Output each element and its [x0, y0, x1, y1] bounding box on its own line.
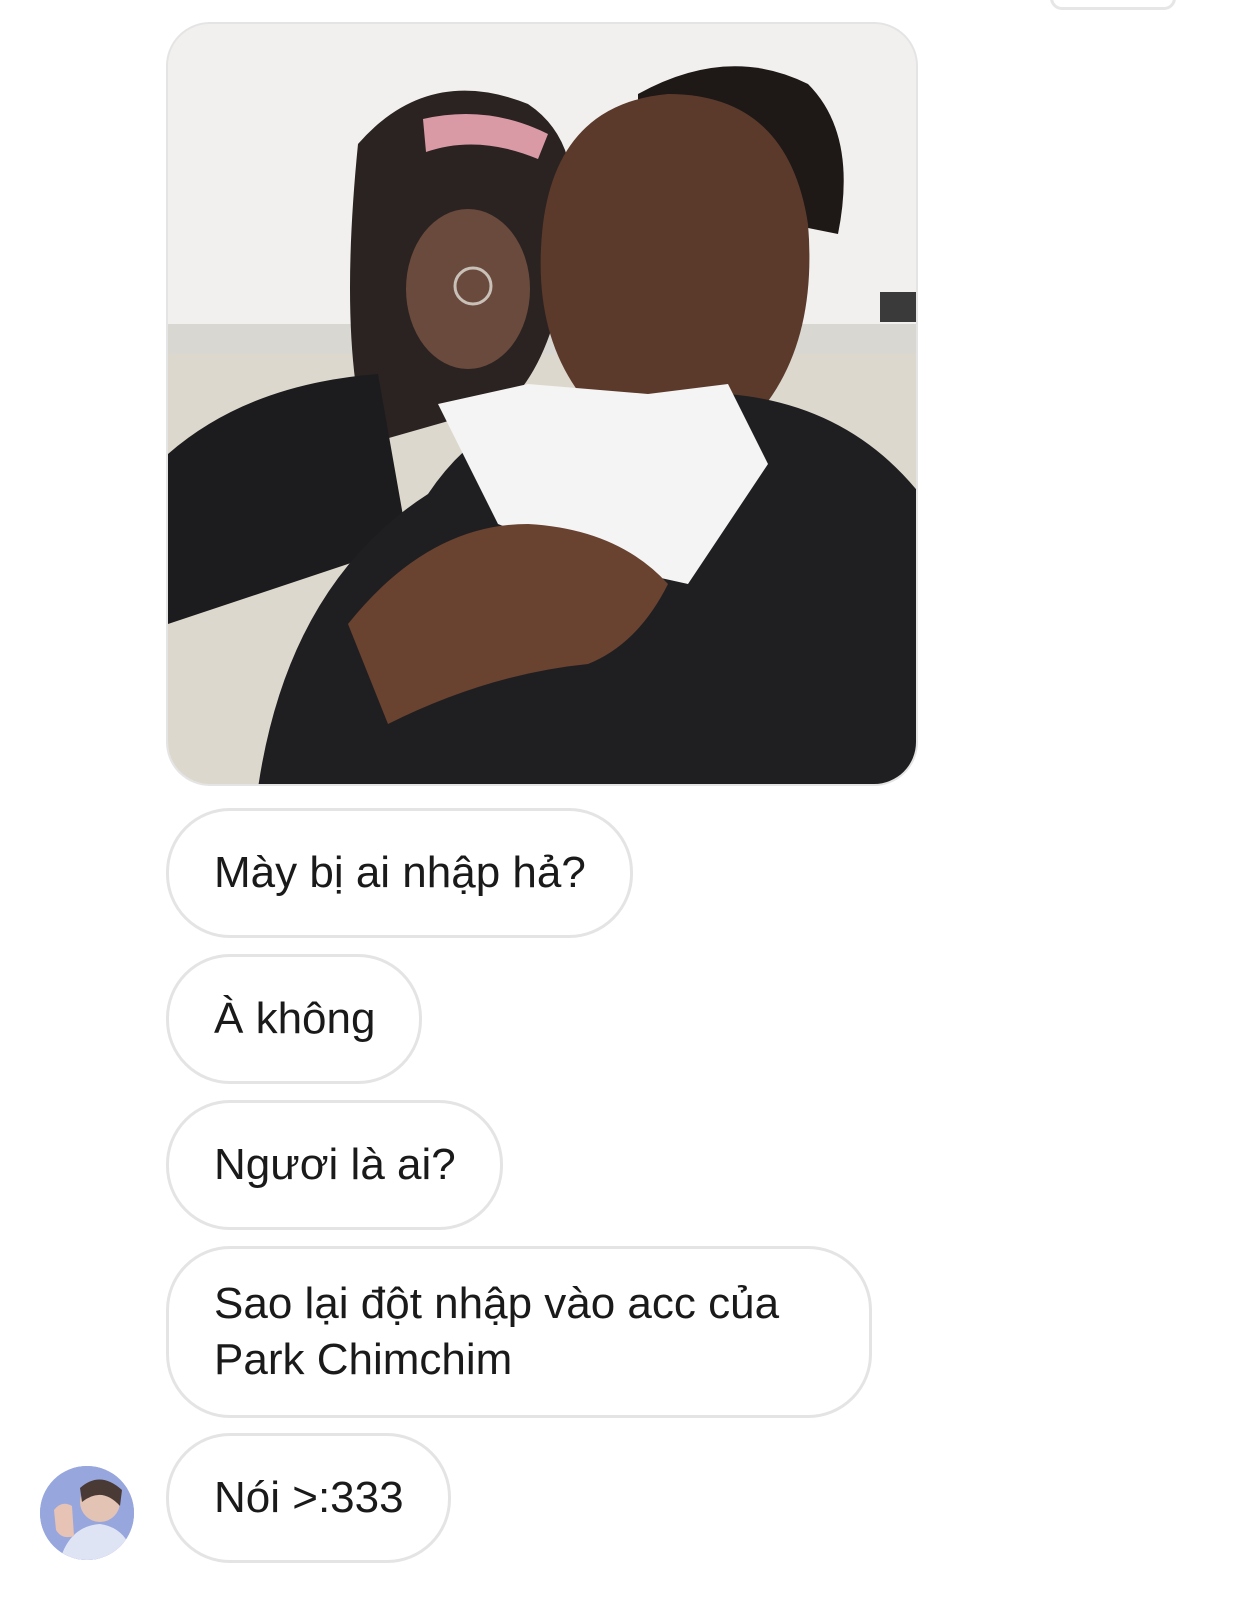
- message-bubble[interactable]: Nói >:333: [166, 1433, 451, 1563]
- message-text: Ngươi là ai?: [214, 1140, 456, 1189]
- message-text: Mày bị ai nhập hả?: [214, 848, 586, 897]
- message-bubble[interactable]: Ngươi là ai?: [166, 1100, 503, 1230]
- message-text: Sao lại đột nhập vào acc của Park Chimch…: [214, 1279, 780, 1384]
- message-bubble[interactable]: À không: [166, 954, 423, 1084]
- photo-message[interactable]: [166, 22, 918, 786]
- message-text: Nói >:333: [214, 1473, 404, 1522]
- message-text: À không: [214, 994, 376, 1043]
- sender-avatar[interactable]: [40, 1466, 134, 1560]
- message-bubble[interactable]: Mày bị ai nhập hả?: [166, 808, 633, 938]
- meme-photo-icon: [168, 24, 916, 784]
- avatar-photo-icon: [40, 1466, 134, 1560]
- previous-message-bubble: [1050, 0, 1176, 10]
- message-bubble[interactable]: Sao lại đột nhập vào acc của Park Chimch…: [166, 1246, 872, 1418]
